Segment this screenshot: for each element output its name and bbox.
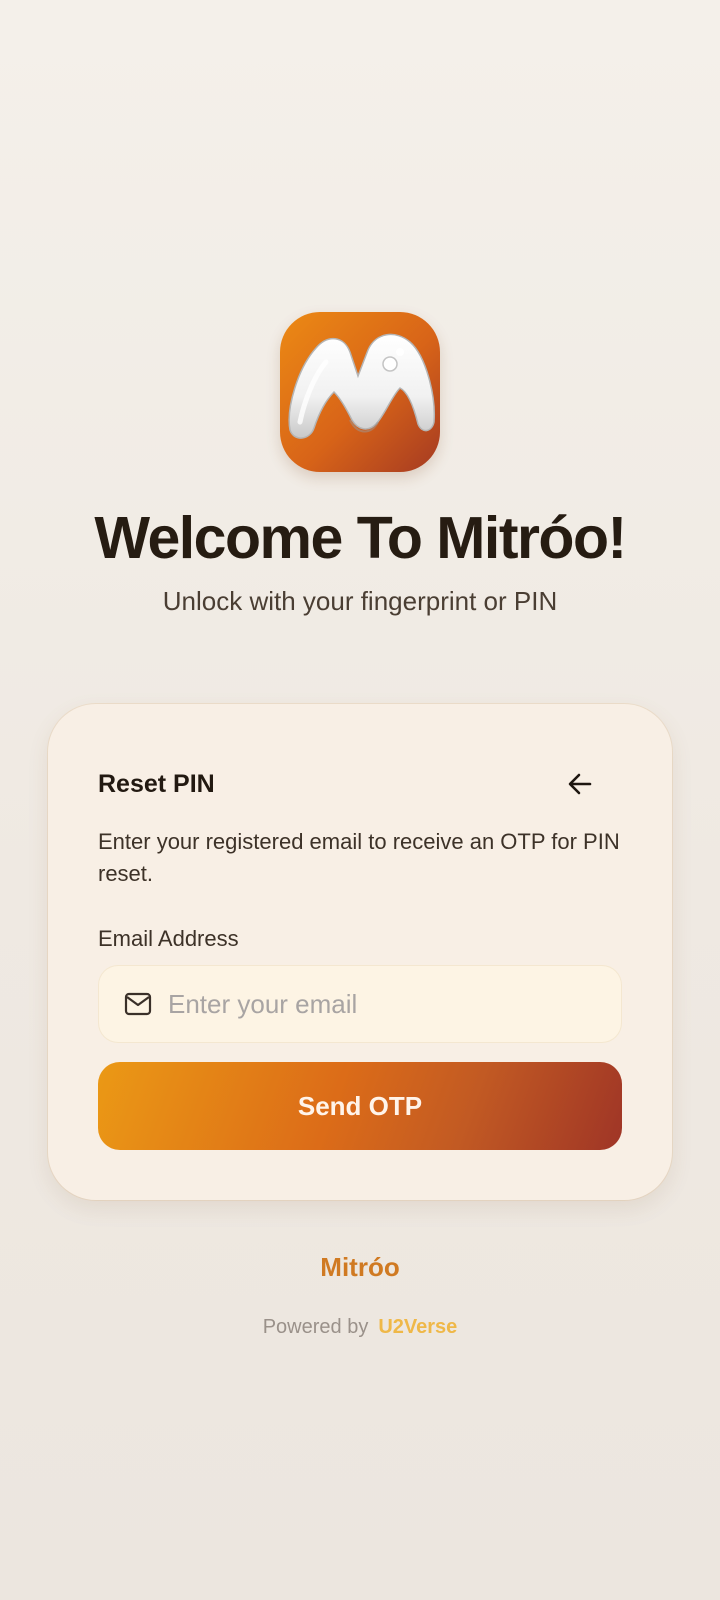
logo-m-glyph <box>288 333 435 439</box>
page-title: Welcome To Mitróo! <box>94 505 627 571</box>
footer-brand: Mitróo <box>320 1252 400 1282</box>
email-field[interactable] <box>98 965 622 1043</box>
u2verse-link[interactable]: U2Verse <box>378 1316 457 1338</box>
powered-by: Powered by U2Verse <box>0 1314 720 1340</box>
email-input[interactable] <box>168 965 608 1043</box>
send-otp-button[interactable]: Send OTP <box>98 1062 622 1150</box>
mitroo-logo-icon <box>280 312 440 472</box>
reset-pin-card: Reset PIN Enter your registered email to… <box>48 704 672 1200</box>
arrow-left-icon <box>568 773 592 795</box>
card-title: Reset PIN <box>98 770 215 798</box>
powered-by-text: Powered by <box>262 1316 369 1338</box>
send-otp-label: Send OTP <box>297 1090 423 1121</box>
page-subtitle: Unlock with your fingerprint or PIN <box>162 586 558 616</box>
mail-icon <box>124 992 152 1016</box>
back-button[interactable] <box>558 762 602 806</box>
card-description: Enter your registered email to receive a… <box>98 829 620 886</box>
email-label: Email Address <box>98 926 239 951</box>
